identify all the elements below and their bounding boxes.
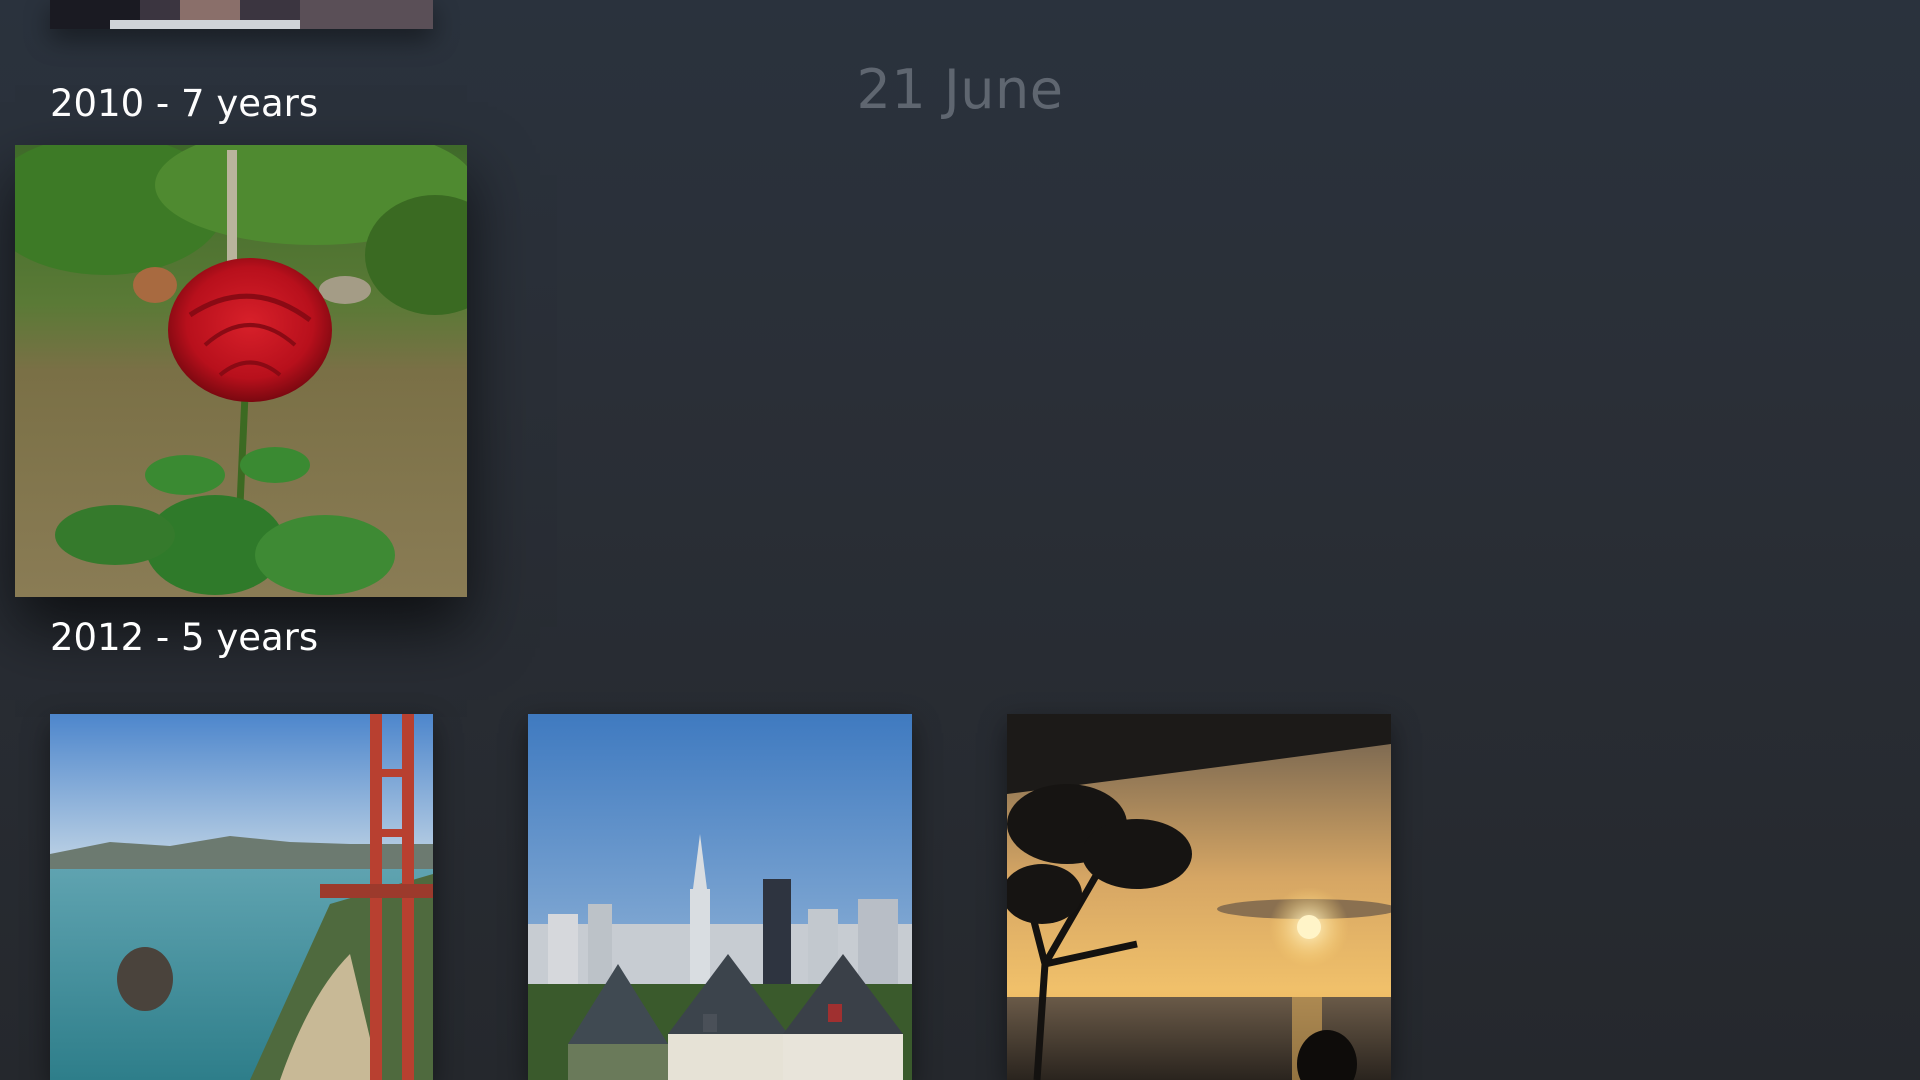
photo-thumbnail-painted-ladies[interactable] bbox=[528, 714, 912, 1080]
photo-thumbnail-partial[interactable] bbox=[50, 0, 433, 29]
photo-thumbnail-golden-gate[interactable] bbox=[50, 714, 433, 1080]
photo-thumbnail-rose[interactable] bbox=[15, 145, 467, 597]
photo-thumbnail-sunset[interactable] bbox=[1007, 714, 1391, 1080]
section-label-2012: 2012 - 5 years bbox=[50, 616, 319, 659]
section-label-2010: 2010 - 7 years bbox=[50, 82, 319, 125]
